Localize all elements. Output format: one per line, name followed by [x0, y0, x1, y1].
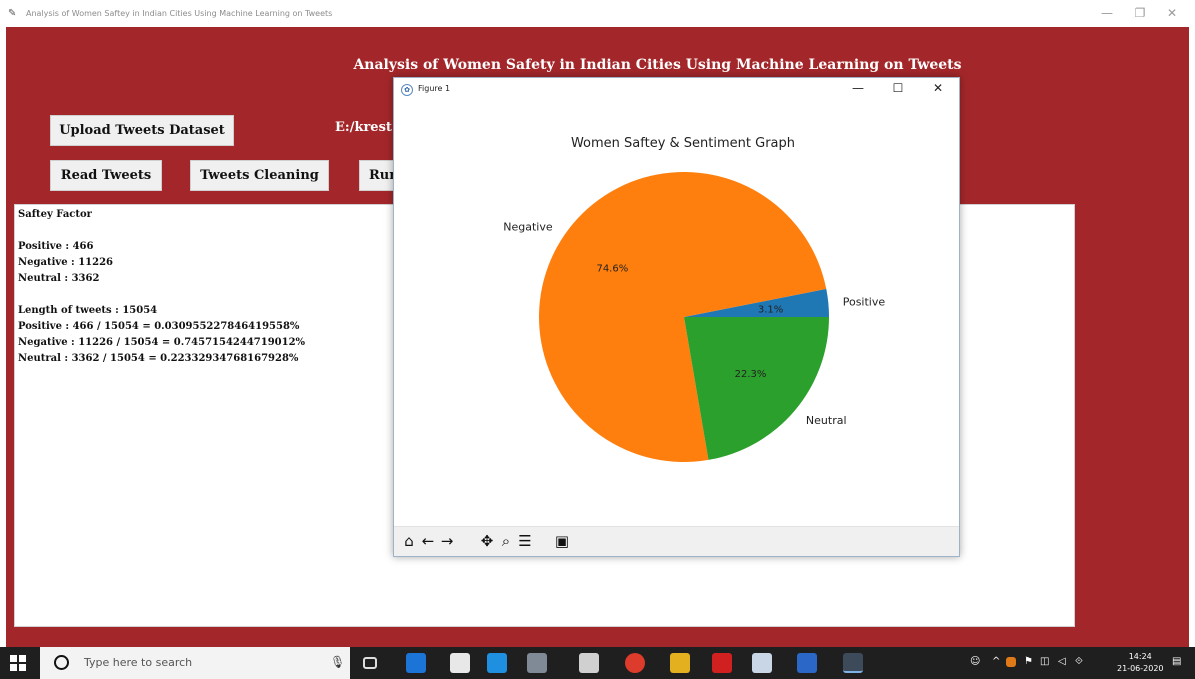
pie-value-negative: 74.6% — [596, 264, 628, 275]
forward-icon[interactable]: → — [438, 532, 456, 550]
notification-icon[interactable]: ▤ — [1172, 656, 1181, 667]
window-titlebar: ✎ Analysis of Women Saftey in Indian Cit… — [0, 0, 1195, 27]
output-line: Neutral : 3362 — [18, 273, 100, 284]
configure-icon[interactable]: ☰ — [516, 532, 534, 550]
acrobat-icon[interactable] — [712, 653, 732, 673]
back-icon[interactable]: ← — [419, 532, 437, 550]
tray-app-icon[interactable] — [1006, 657, 1016, 667]
minimize-button[interactable]: — — [1097, 6, 1117, 20]
app-icon[interactable] — [752, 653, 772, 673]
dataset-path-label: E:/krest — [335, 120, 392, 135]
output-line: Saftey Factor — [18, 209, 92, 220]
figure-minimize-button[interactable]: — — [848, 81, 868, 95]
volume-icon[interactable]: ◁ — [1058, 656, 1066, 667]
tweets-cleaning-button[interactable]: Tweets Cleaning — [190, 160, 329, 191]
feather-icon: ✎ — [8, 8, 17, 19]
output-line: Negative : 11226 — [18, 257, 114, 268]
task-view-icon[interactable] — [363, 657, 377, 669]
figure-app-icon: ✿ — [401, 84, 413, 96]
pan-icon[interactable]: ✥ — [478, 532, 496, 550]
zoom-icon[interactable]: ⌕ — [497, 532, 515, 550]
close-button[interactable]: ✕ — [1162, 6, 1182, 20]
python-icon[interactable] — [843, 653, 863, 673]
figure-window[interactable]: ✿ Figure 1 — ☐ ✕ Women Saftey & Sentimen… — [393, 77, 960, 557]
mail-icon[interactable] — [487, 653, 507, 673]
edge-icon[interactable] — [406, 653, 426, 673]
output-line: Length of tweets : 15054 — [18, 305, 158, 316]
window-title: Analysis of Women Saftey in Indian Citie… — [26, 9, 333, 18]
page-title: Analysis of Women Safety in Indian Citie… — [353, 57, 962, 73]
figure-window-title: Figure 1 — [418, 84, 451, 93]
pie-label-negative: Negative — [503, 221, 553, 234]
figure-close-button[interactable]: ✕ — [928, 81, 948, 95]
system-clock[interactable]: 14:24 21-06-2020 — [1117, 651, 1164, 675]
pie-chart: Women Saftey & Sentiment Graph Positive 3… — [503, 136, 886, 462]
store-icon[interactable] — [450, 653, 470, 673]
file-explorer-icon[interactable] — [670, 653, 690, 673]
pie-slice-neutral — [684, 317, 829, 460]
save-icon[interactable]: ▣ — [553, 532, 571, 550]
chart-title: Women Saftey & Sentiment Graph — [571, 136, 795, 151]
network-icon[interactable]: ◫ — [1040, 656, 1049, 667]
taskbar: Type here to search 🎙 ☺ ^ ⚑ ◫ ◁ ⟐ 14:24 … — [0, 647, 1195, 679]
chevron-up-icon[interactable]: ^ — [992, 656, 1000, 667]
home-icon[interactable]: ⌂ — [400, 532, 418, 550]
output-line: Positive : 466 — [18, 241, 94, 252]
maximize-button[interactable]: ❐ — [1130, 6, 1150, 20]
pie-label-neutral: Neutral — [806, 414, 847, 427]
taskbar-search-input[interactable]: Type here to search 🎙 — [40, 647, 350, 679]
figure-toolbar: ⌂ ← → ✥ ⌕ ☰ ▣ — [394, 526, 959, 556]
people-icon[interactable]: ☺ — [970, 656, 980, 667]
read-tweets-button[interactable]: Read Tweets — [50, 160, 162, 191]
cortana-icon — [54, 655, 69, 670]
app-icon[interactable] — [797, 653, 817, 673]
output-line: Neutral : 3362 / 15054 = 0.2233293476816… — [18, 353, 299, 364]
upload-dataset-button[interactable]: Upload Tweets Dataset — [50, 115, 234, 146]
pie-value-neutral: 22.3% — [735, 369, 767, 380]
clock-date: 21-06-2020 — [1117, 664, 1164, 673]
pie-label-positive: Positive — [843, 295, 886, 308]
app-icon[interactable] — [527, 653, 547, 673]
output-line: Negative : 11226 / 15054 = 0.74571542447… — [18, 337, 306, 348]
app-icon[interactable] — [579, 653, 599, 673]
language-icon[interactable]: ⟐ — [1075, 656, 1083, 667]
windows-start-icon[interactable] — [10, 655, 26, 671]
pie-value-positive: 3.1% — [758, 305, 783, 316]
chrome-icon[interactable] — [625, 653, 645, 673]
output-line: Positive : 466 / 15054 = 0.0309552278464… — [18, 321, 300, 332]
microphone-icon[interactable]: 🎙 — [330, 655, 345, 669]
figure-maximize-button[interactable]: ☐ — [888, 81, 908, 95]
search-placeholder: Type here to search — [84, 656, 193, 669]
tray-icon[interactable]: ⚑ — [1024, 656, 1033, 667]
clock-time: 14:24 — [1128, 652, 1152, 661]
